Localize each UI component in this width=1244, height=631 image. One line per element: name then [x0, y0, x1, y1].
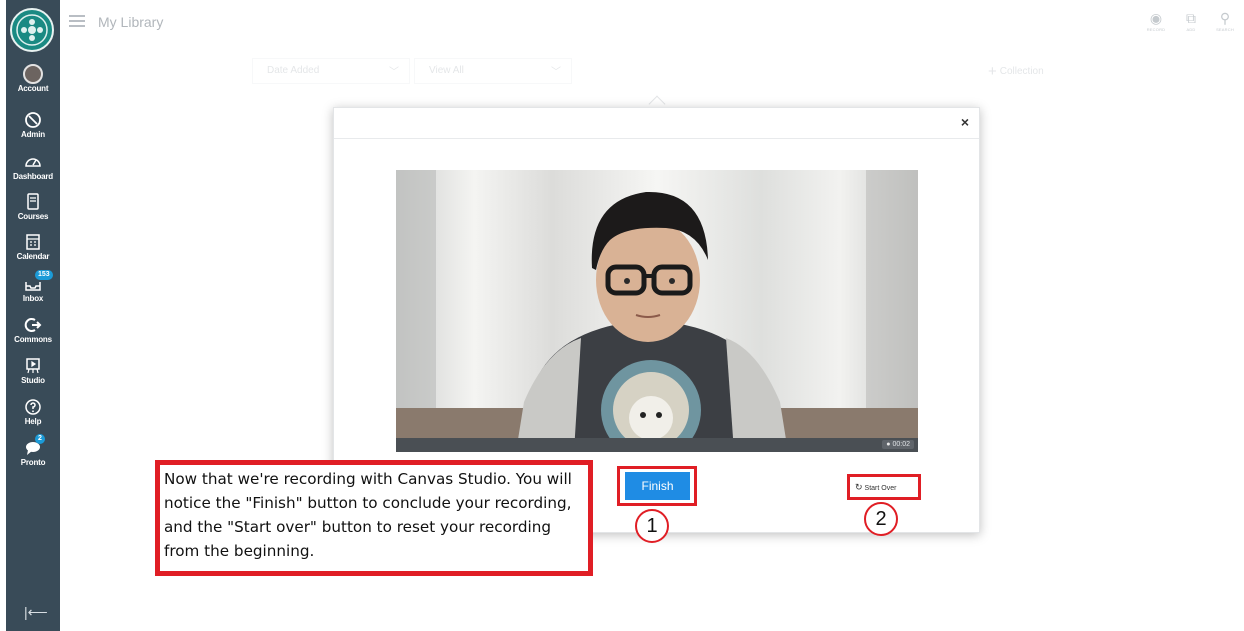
annotation-callout: Now that we're recording with Canvas Stu… — [155, 460, 593, 576]
global-nav: Account Admin Dashboard Courses Calendar… — [6, 0, 60, 631]
institution-logo[interactable] — [10, 8, 54, 52]
nav-commons[interactable]: Commons — [6, 315, 60, 345]
book-icon — [27, 193, 39, 210]
nav-label: Dashboard — [13, 172, 53, 181]
nav-admin[interactable]: Admin — [6, 110, 60, 140]
nav-courses[interactable]: Courses — [6, 192, 60, 222]
record-label: RECORD — [1146, 27, 1166, 32]
nav-calendar[interactable]: Calendar — [6, 232, 60, 262]
search-label: SEARCH — [1216, 27, 1234, 32]
avatar — [23, 64, 43, 84]
start-over-label: Start Over — [864, 485, 897, 492]
annotation-marker-1: 1 — [635, 509, 669, 543]
studio-icon — [26, 358, 40, 374]
nav-label: Inbox — [22, 294, 44, 303]
nav-label: Help — [24, 417, 42, 426]
nav-pronto[interactable]: 2 Pronto — [6, 434, 60, 468]
search-icon: ⚲ — [1219, 10, 1231, 26]
nav-studio[interactable]: Studio — [6, 356, 60, 386]
nav-dashboard[interactable]: Dashboard — [6, 152, 60, 182]
nav-label: Studio — [21, 376, 45, 385]
recording-timer: ● 00:02 — [882, 440, 914, 449]
start-over-button[interactable]: ↻ Start Over — [853, 480, 915, 494]
record-button[interactable]: ◉ RECORD — [1141, 10, 1171, 34]
restart-icon: ↻ — [855, 482, 863, 492]
nav-label: Commons — [14, 335, 52, 344]
record-icon: ◉ — [1149, 10, 1163, 26]
add-media-icon: ⧉ — [1186, 10, 1196, 26]
nav-label: Admin — [21, 130, 45, 139]
annotation-marker-2: 2 — [864, 502, 898, 536]
collapse-nav-icon[interactable]: |⟵ — [24, 604, 48, 621]
page-title: My Library — [98, 14, 164, 30]
inbox-count-badge: 153 — [35, 270, 53, 280]
page-header: My Library ◉ RECORD ⧉ ADD ⚲ SEARCH — [60, 0, 1244, 46]
webcam-preview: ● 00:02 — [396, 170, 918, 452]
nav-label: Pronto — [20, 458, 46, 467]
timecode-value: 00:02 — [892, 441, 910, 448]
nav-inbox[interactable]: 153 Inbox — [6, 270, 60, 304]
recording-dot-icon: ● — [886, 441, 891, 448]
logo-emblem-icon — [16, 14, 48, 46]
modal-header: × — [334, 108, 979, 139]
nav-label: Calendar — [16, 252, 50, 261]
dashboard-gauge-icon — [25, 158, 41, 167]
help-circle-icon — [25, 399, 41, 415]
search-button[interactable]: ⚲ SEARCH — [1210, 10, 1240, 34]
hamburger-menu-icon[interactable] — [69, 15, 85, 27]
shield-icon — [25, 112, 41, 128]
calendar-icon — [26, 234, 40, 250]
webcam-feed-image — [396, 170, 918, 452]
finish-button[interactable]: Finish — [625, 472, 690, 500]
add-media-button[interactable]: ⧉ ADD — [1176, 10, 1206, 34]
nav-account[interactable]: Account — [6, 64, 60, 94]
video-controls-bar: ● 00:02 — [396, 438, 918, 452]
nav-label: Courses — [17, 212, 49, 221]
nav-label: Account — [17, 84, 49, 93]
pronto-count-badge: 2 — [35, 434, 45, 444]
add-label: ADD — [1186, 27, 1196, 32]
commons-arrow-icon — [24, 318, 42, 332]
nav-help[interactable]: Help — [6, 397, 60, 427]
close-icon[interactable]: × — [961, 114, 969, 130]
